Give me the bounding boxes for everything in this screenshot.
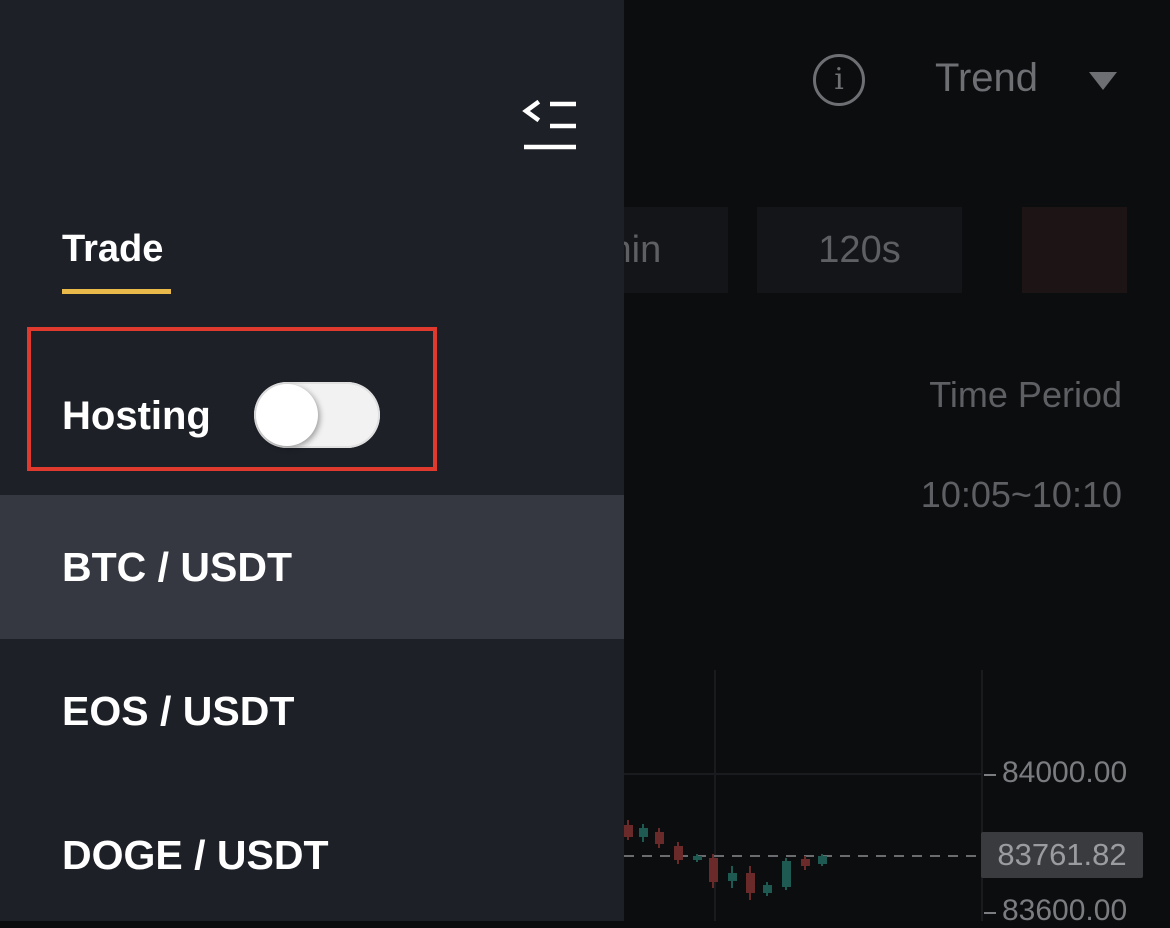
toggle-knob bbox=[256, 384, 318, 446]
hosting-label: Hosting bbox=[62, 394, 211, 438]
tab-trade[interactable]: Trade bbox=[62, 228, 163, 271]
collapse-menu-icon[interactable] bbox=[520, 100, 580, 152]
trend-selector-label[interactable]: Trend bbox=[935, 56, 1038, 101]
axis-label-low: 83600.00 bbox=[1002, 894, 1128, 927]
period-tab-120s-label: 120s bbox=[818, 228, 901, 271]
period-tab-120s[interactable]: 120s bbox=[757, 207, 962, 293]
axis-label-high: 84000.00 bbox=[1002, 756, 1128, 789]
axis-tick bbox=[984, 912, 996, 914]
column-header-time-period: Time Period bbox=[929, 374, 1122, 415]
axis-tick bbox=[984, 774, 996, 776]
candles bbox=[624, 820, 827, 900]
row-time-range: 10:05~10:10 bbox=[920, 474, 1122, 515]
pair-item-btc-usdt[interactable]: BTC / USDT bbox=[0, 495, 624, 639]
caret-down-icon[interactable] bbox=[1089, 72, 1117, 90]
hosting-toggle[interactable] bbox=[254, 382, 380, 448]
tab-active-indicator bbox=[62, 289, 171, 294]
pair-label: DOGE / USDT bbox=[62, 831, 329, 878]
period-tab-extra[interactable] bbox=[1022, 207, 1127, 293]
pair-item-eos-usdt[interactable]: EOS / USDT bbox=[0, 639, 624, 783]
pair-label: EOS / USDT bbox=[62, 687, 295, 734]
info-icon[interactable]: i bbox=[813, 54, 865, 106]
pair-label: BTC / USDT bbox=[62, 543, 293, 590]
current-price-tag: 83761.82 bbox=[981, 832, 1143, 878]
side-drawer: Trade Hosting BTC / USDT EOS / USDT DOGE… bbox=[0, 0, 624, 921]
pair-item-doge-usdt[interactable]: DOGE / USDT bbox=[0, 783, 624, 927]
